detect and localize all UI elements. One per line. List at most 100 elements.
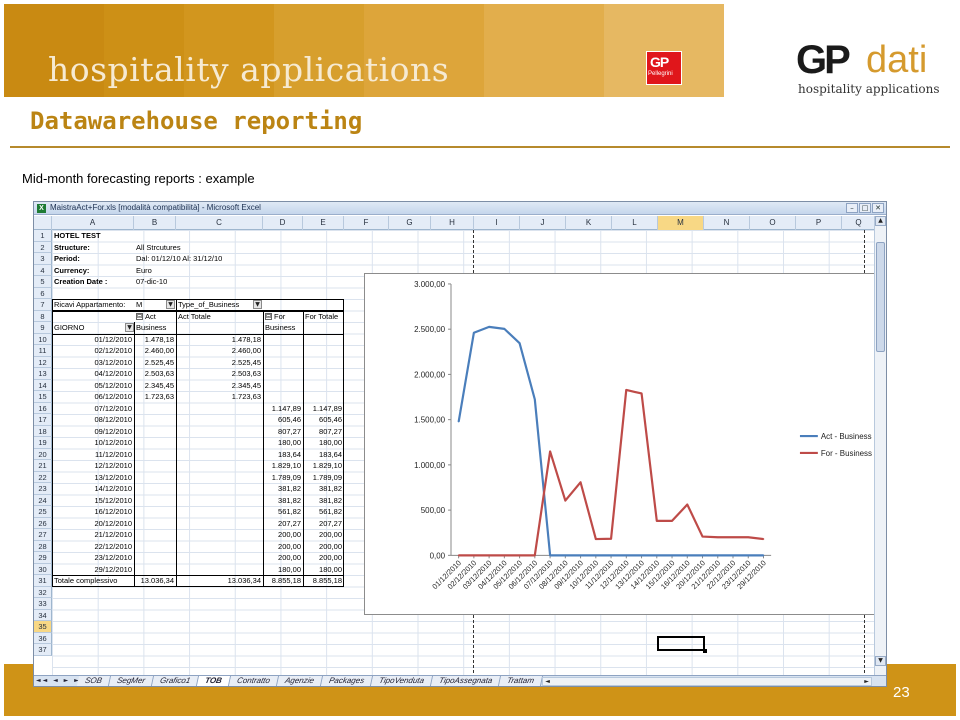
row-header-13[interactable]: 13	[34, 368, 52, 380]
column-header-b[interactable]: B	[134, 216, 176, 230]
currency-value-cell[interactable]: Euro	[134, 265, 176, 277]
column-header-i[interactable]: I	[474, 216, 520, 230]
row-header-23[interactable]: 23	[34, 483, 52, 495]
sheet-tab-tipovenduta[interactable]: TipoVenduta	[370, 676, 433, 686]
row-header-25[interactable]: 25	[34, 506, 52, 518]
row-header-28[interactable]: 28	[34, 540, 52, 552]
row-header-34[interactable]: 34	[34, 609, 52, 621]
creation-date-value-cell[interactable]: 07-dic-10	[134, 276, 176, 288]
column-filter-icon[interactable]: ▼	[253, 300, 262, 309]
data-point	[549, 450, 551, 453]
data-point	[762, 538, 765, 540]
excel-app-icon[interactable]: X	[37, 204, 46, 213]
column-header-m[interactable]: M	[658, 216, 704, 230]
select-all-corner[interactable]	[34, 216, 52, 230]
row-header-9[interactable]: 9	[34, 322, 52, 334]
data-point	[640, 392, 643, 395]
row-header-22[interactable]: 22	[34, 471, 52, 483]
row-header-21[interactable]: 21	[34, 460, 52, 472]
minimize-button[interactable]: –	[846, 203, 858, 213]
row-header-14[interactable]: 14	[34, 379, 52, 391]
sheet-tab-sob[interactable]: SOB	[76, 676, 111, 686]
row-header-36[interactable]: 36	[34, 632, 52, 644]
row-header-33[interactable]: 33	[34, 598, 52, 610]
pivot-table-border	[52, 310, 344, 587]
row-header-29[interactable]: 29	[34, 552, 52, 564]
row-header-16[interactable]: 16	[34, 402, 52, 414]
column-header-c[interactable]: C	[176, 216, 263, 230]
scroll-up-arrow-icon[interactable]: ▲	[875, 216, 886, 226]
scroll-right-arrow-icon[interactable]: ►	[862, 678, 871, 685]
excel-window: X MaistraAct+For.xls [modalità compatibi…	[33, 201, 887, 687]
sheet-tab-packages[interactable]: Packages	[320, 676, 373, 686]
row-header-12[interactable]: 12	[34, 356, 52, 368]
sheet-tab-segmer[interactable]: SegMer	[108, 676, 154, 686]
row-header-1[interactable]: 1	[34, 230, 52, 242]
column-header-e[interactable]: E	[303, 216, 344, 230]
creation-date-label-cell[interactable]: Creation Date :	[52, 276, 134, 288]
close-button[interactable]: ✕	[872, 203, 884, 213]
row-header-4[interactable]: 4	[34, 264, 52, 276]
row-header-27[interactable]: 27	[34, 529, 52, 541]
data-point	[671, 520, 673, 522]
currency-label-cell[interactable]: Currency:	[52, 265, 134, 277]
vertical-scrollbar[interactable]: ▲ ▼	[874, 216, 886, 678]
column-header-j[interactable]: J	[520, 216, 566, 230]
row-header-20[interactable]: 20	[34, 448, 52, 460]
row-header-37[interactable]: 37	[34, 644, 52, 656]
row-header-30[interactable]: 30	[34, 563, 52, 575]
line-chart[interactable]: 0,00 500,00 1.000,00 1.500,00 2.000,00 2.500,…	[364, 273, 878, 615]
row-header-15[interactable]: 15	[34, 391, 52, 403]
structure-value-cell[interactable]: All Strcutures	[134, 242, 254, 254]
column-header-f[interactable]: F	[344, 216, 389, 230]
row-header-2[interactable]: 2	[34, 241, 52, 253]
row-header-11[interactable]: 11	[34, 345, 52, 357]
period-label-cell[interactable]: Period:	[52, 253, 134, 265]
structure-label-cell[interactable]: Structure:	[52, 242, 134, 254]
column-header-h[interactable]: H	[431, 216, 474, 230]
row-header-18[interactable]: 18	[34, 425, 52, 437]
filter-dropdown-arrow-icon[interactable]: ▼	[166, 300, 175, 309]
slide-title: Datawarehouse reporting	[30, 107, 363, 135]
sheet-tab-grafico1[interactable]: Grafico1	[151, 676, 200, 686]
row-header-8[interactable]: 8	[34, 310, 52, 322]
sheet-tab-agenzie[interactable]: Agenzie	[276, 676, 323, 686]
data-point	[610, 554, 612, 557]
column-header-q[interactable]: Q	[842, 216, 876, 230]
period-value-cell[interactable]: Dal: 01/12/10 Al: 31/12/10	[134, 253, 274, 265]
data-point	[625, 389, 628, 391]
sheet-tab-tob[interactable]: TOB	[197, 676, 231, 686]
vertical-scroll-thumb[interactable]	[876, 242, 885, 352]
row-header-3[interactable]: 3	[34, 253, 52, 265]
row-header-19[interactable]: 19	[34, 437, 52, 449]
scroll-down-arrow-icon[interactable]: ▼	[875, 656, 886, 666]
sheet-tab-trattam[interactable]: Trattam	[499, 676, 544, 686]
scroll-left-arrow-icon[interactable]: ◄	[543, 678, 552, 685]
column-header-k[interactable]: K	[566, 216, 612, 230]
row-header-35[interactable]: 35	[34, 621, 52, 633]
row-header-24[interactable]: 24	[34, 494, 52, 506]
active-cell-m35[interactable]	[657, 636, 707, 653]
hotel-name-cell[interactable]: HOTEL TEST	[52, 230, 132, 242]
sheet-tab-tipoassegnata[interactable]: TipoAssegnata	[430, 676, 502, 686]
row-header-6[interactable]: 6	[34, 287, 52, 299]
maximize-button[interactable]: □	[859, 203, 871, 213]
row-header-5[interactable]: 5	[34, 276, 52, 288]
data-point	[762, 554, 765, 557]
row-header-17[interactable]: 17	[34, 414, 52, 426]
column-header-d[interactable]: D	[263, 216, 303, 230]
column-header-n[interactable]: N	[704, 216, 750, 230]
row-header-10[interactable]: 10	[34, 333, 52, 345]
column-header-p[interactable]: P	[796, 216, 842, 230]
row-header-7[interactable]: 7	[34, 299, 52, 311]
column-header-o[interactable]: O	[750, 216, 796, 230]
column-header-l[interactable]: L	[612, 216, 658, 230]
horizontal-scrollbar[interactable]: ◄ ►	[542, 677, 872, 686]
row-filter-dropdown-arrow-icon[interactable]: ▼	[125, 323, 134, 332]
row-header-32[interactable]: 32	[34, 586, 52, 598]
column-header-a[interactable]: A	[52, 216, 134, 230]
row-header-26[interactable]: 26	[34, 517, 52, 529]
sheet-tab-contratto[interactable]: Contratto	[228, 676, 279, 686]
row-header-31[interactable]: 31	[34, 575, 52, 587]
column-header-g[interactable]: G	[389, 216, 431, 230]
